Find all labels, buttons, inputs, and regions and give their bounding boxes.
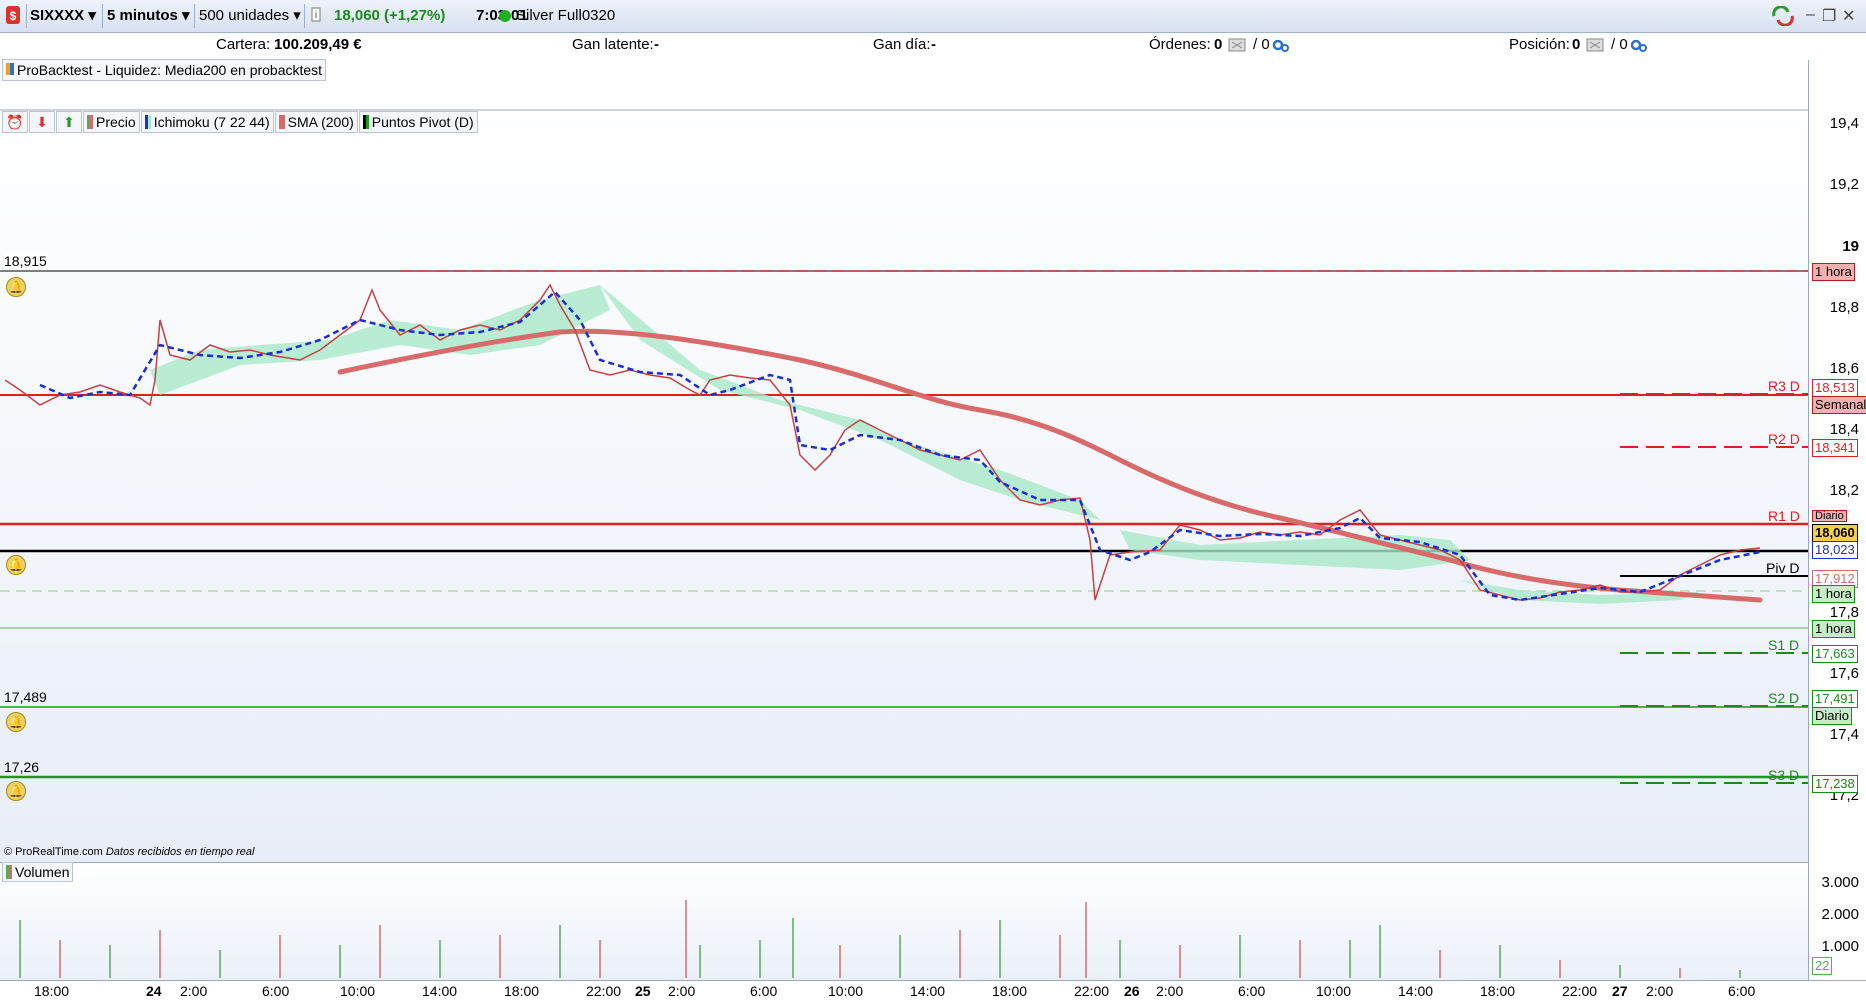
tag-r2: 18,341 (1812, 439, 1858, 457)
time-tick: 25 (635, 983, 651, 999)
time-tick: 18:00 (504, 983, 540, 999)
bell-icon[interactable]: 🔔 (6, 712, 26, 732)
legend-volumen[interactable]: Volumen (2, 862, 74, 882)
time-tick: 24 (146, 983, 162, 999)
alarm-icon[interactable]: ⏰ (2, 111, 28, 133)
tag-s3: 17,238 (1812, 775, 1858, 793)
time-tick: 22:00 (1074, 983, 1110, 999)
price-tick: 19,2 (1829, 176, 1859, 193)
tag-1-hora-3: 1 hora (1812, 620, 1855, 638)
alert-level-label: 18,915 (4, 253, 47, 269)
time-tick: 22:00 (586, 983, 622, 999)
time-tick: 18:00 (34, 983, 70, 999)
tag-diario-top: Diario (1812, 510, 1847, 522)
time-tick: 6:00 (1728, 983, 1756, 999)
volume-bars (19, 900, 1741, 978)
bell-icon[interactable]: 🔔 (6, 555, 26, 575)
legend-pivot[interactable]: Puntos Pivot (D) (358, 111, 478, 133)
chart-legend: ⏰ ⬇ ⬆ Precio Ichimoku (7 22 44) SMA (200… (2, 111, 479, 133)
ichimoku-cloud (150, 285, 1700, 604)
volume-tick: 3.000 (1821, 874, 1859, 891)
time-tick: 6:00 (750, 983, 778, 999)
pivot-piv-label: Piv D (1766, 560, 1800, 576)
time-tick: 6:00 (262, 983, 290, 999)
price-tick: 18,8 (1829, 299, 1859, 316)
pivot-s2-label: S2 D (1768, 690, 1800, 706)
time-tick: 14:00 (1398, 983, 1434, 999)
pivot-s3-label: S3 D (1768, 767, 1800, 783)
pivot-s1-label: S1 D (1768, 637, 1800, 653)
price-tick: 18,2 (1829, 482, 1859, 499)
price-tick: 18,6 (1829, 360, 1859, 377)
close-icon[interactable]: ✕ (1842, 6, 1855, 26)
tag-1-hora: 1 hora (1812, 263, 1855, 281)
time-tick: 2:00 (668, 983, 696, 999)
tag-diario: Diario (1812, 707, 1852, 725)
time-tick: 10:00 (1316, 983, 1352, 999)
time-axis[interactable]: 18:00 24 2:00 6:00 10:00 14:00 18:00 22:… (0, 980, 1866, 1001)
sma-200-line (337, 328, 1763, 603)
legend-precio[interactable]: Precio (83, 111, 140, 133)
legend-sma[interactable]: SMA (200) (274, 111, 358, 133)
volume-tick: 1.000 (1821, 938, 1859, 955)
time-tick: 6:00 (1238, 983, 1266, 999)
tag-s2: 17,491 (1812, 690, 1858, 708)
buy-arrow-icon[interactable]: ⬆ (56, 111, 82, 133)
price-chart-svg (0, 109, 1808, 978)
bell-icon[interactable]: 🔔 (6, 781, 26, 801)
bell-icon[interactable]: 🔔 (6, 277, 26, 297)
time-tick: 26 (1124, 983, 1140, 999)
time-tick: 14:00 (422, 983, 458, 999)
restore-icon[interactable]: ❐ (1822, 6, 1836, 26)
alert-level-label: 17,26 (4, 759, 40, 775)
time-tick: 27 (1612, 983, 1628, 999)
tag-semanal: Semanal (1812, 396, 1866, 414)
time-tick: 10:00 (340, 983, 376, 999)
tag-r3: 18,513 (1812, 379, 1858, 397)
tag-ichimoku: 18,023 (1812, 541, 1858, 559)
price-tick: 17,6 (1829, 665, 1859, 682)
sell-arrow-icon[interactable]: ⬇ (29, 111, 55, 133)
price-tick: 17,4 (1829, 726, 1859, 743)
tag-volume-current: 22 (1812, 957, 1833, 975)
price-tick: 18,4 (1829, 421, 1859, 438)
legend-ichimoku[interactable]: Ichimoku (7 22 44) (140, 111, 274, 133)
time-tick: 14:00 (910, 983, 946, 999)
time-tick: 18:00 (1480, 983, 1516, 999)
pivot-r3-label: R3 D (1768, 378, 1800, 394)
pivot-r2-label: R2 D (1768, 431, 1800, 447)
pivot-r1-label: R1 D (1768, 508, 1800, 524)
price-tick: 19 (1842, 238, 1859, 255)
time-tick: 10:00 (828, 983, 864, 999)
tag-last-price: 18,060 (1812, 524, 1858, 542)
time-tick: 22:00 (1562, 983, 1598, 999)
tag-1-hora-2: 1 hora (1812, 585, 1855, 603)
price-line (4, 283, 1761, 601)
time-tick: 18:00 (992, 983, 1028, 999)
time-tick: 2:00 (180, 983, 208, 999)
price-tick: 17,8 (1829, 604, 1859, 621)
alert-level-label: 17,489 (4, 689, 47, 705)
tag-s1: 17,663 (1812, 645, 1858, 663)
time-tick: 2:00 (1646, 983, 1674, 999)
time-tick: 2:00 (1156, 983, 1184, 999)
volume-tick: 2.000 (1821, 906, 1859, 923)
copyright-text: © ProRealTime.com Datos recibidos en tie… (4, 846, 255, 858)
price-tick: 19,4 (1829, 115, 1859, 132)
